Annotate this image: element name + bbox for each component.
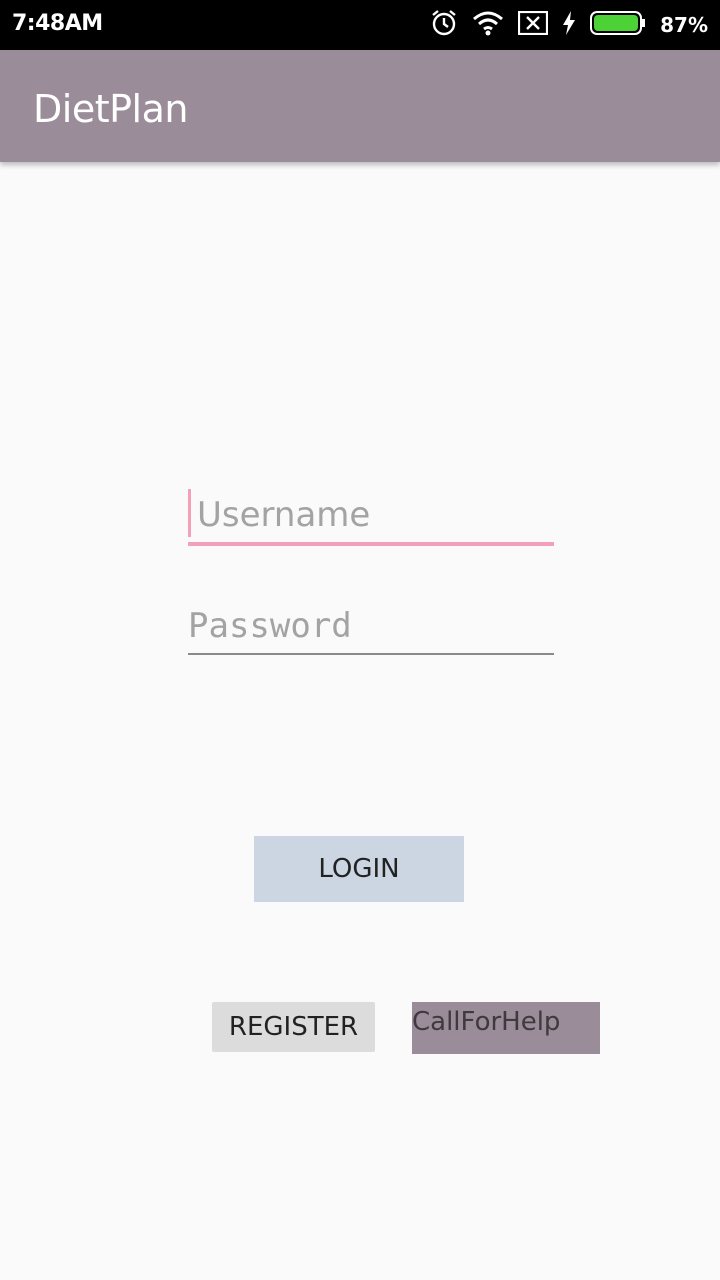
username-placeholder: Username xyxy=(197,495,371,535)
password-underline xyxy=(188,653,554,655)
status-time: 7:48AM xyxy=(12,11,103,36)
call-for-help-button[interactable]: CallForHelp xyxy=(412,1002,600,1054)
status-icons: 87% xyxy=(430,9,708,42)
username-underline xyxy=(188,542,554,546)
battery-icon xyxy=(590,10,646,40)
text-cursor xyxy=(188,489,191,537)
no-sim-icon xyxy=(518,10,549,40)
alarm-icon xyxy=(430,9,458,42)
password-field[interactable]: Password xyxy=(188,600,554,656)
charging-icon xyxy=(562,10,576,40)
register-button[interactable]: REGISTER xyxy=(212,1002,375,1052)
app-title: DietPlan xyxy=(33,87,188,131)
password-placeholder: Password xyxy=(188,606,352,646)
battery-percent: 87% xyxy=(660,13,708,37)
call-for-help-label: CallForHelp xyxy=(412,1007,561,1037)
app-bar: DietPlan xyxy=(0,50,720,162)
login-button[interactable]: LOGIN xyxy=(254,836,464,902)
username-field[interactable]: Username xyxy=(188,488,554,546)
wifi-icon xyxy=(472,10,504,41)
status-bar: 7:48AM 87% xyxy=(0,0,720,50)
